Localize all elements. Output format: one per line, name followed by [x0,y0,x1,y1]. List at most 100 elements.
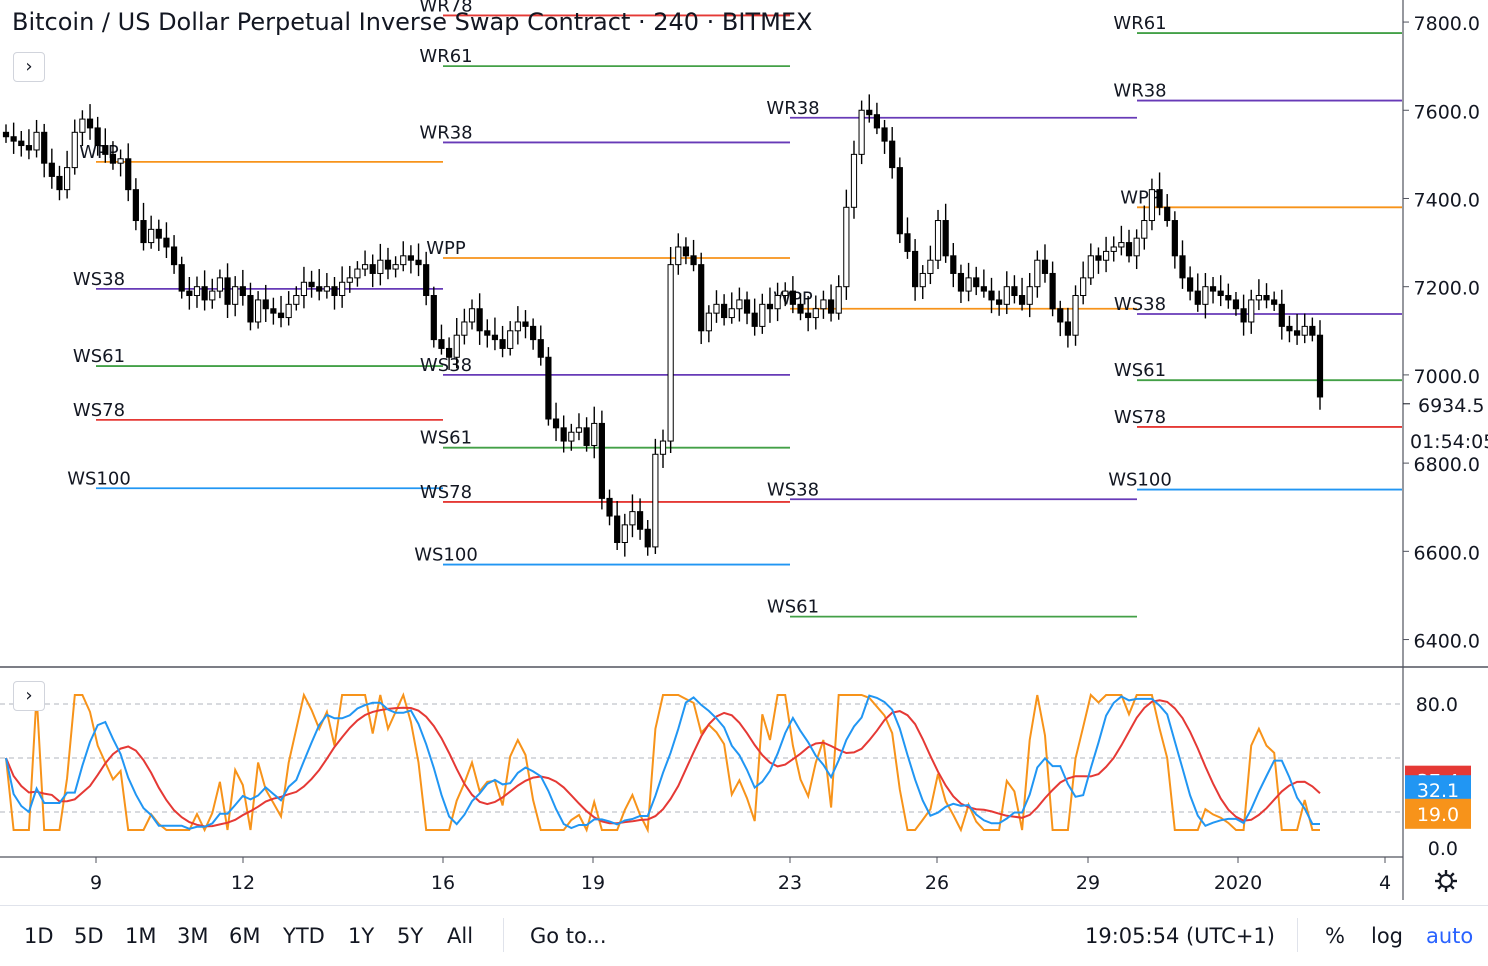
clock-timezone-button[interactable]: 19:05:54 (UTC+1) [1085,924,1275,948]
candle-body [445,347,453,358]
candle-body [377,259,384,274]
candle-body [514,321,521,332]
candle-body [904,233,911,252]
price-tick-label: 7000.0 [1414,366,1480,388]
percent-scale-toggle[interactable]: % [1325,924,1345,948]
range-1y[interactable]: 1Y [348,924,374,948]
candle-body [575,427,583,433]
candle-body [858,109,865,155]
pivot-label-ws78: WS78 [420,482,472,503]
expand-indicator-legend-button[interactable]: › [13,681,45,711]
range-1m[interactable]: 1M [125,924,156,948]
bottom-toolbar: 1D 5D 1M 3M 6M YTD 1Y 5Y All Go to... 19… [0,905,1488,966]
candle-body [499,339,506,349]
candle-body [820,299,827,310]
candle-body [125,158,132,191]
candle-body [789,290,796,305]
time-tick-label: 19 [581,872,605,894]
candle-body [384,259,392,270]
bar-countdown-label: 01:54:05 [1410,431,1488,453]
candle-body [423,264,430,297]
auto-scale-toggle[interactable]: auto [1426,924,1473,948]
candle-body [277,312,285,319]
pivot-label-ws61: WS61 [1114,360,1166,381]
chart-title: Bitcoin / US Dollar Perpetual Inverse Sw… [12,8,813,36]
candle-body [912,250,919,288]
candle-body [94,127,101,147]
candle-body [957,272,965,292]
candle-body [560,427,567,442]
candle-body [1164,206,1171,222]
candle-body [568,431,575,442]
time-tick-label: 23 [778,872,802,894]
candle-body [407,255,414,261]
gear-icon-tooth [1450,872,1455,877]
osc-tick-label: 80.0 [1416,694,1458,716]
candle-body [583,427,590,446]
candle-body [980,286,987,292]
range-6m[interactable]: 6M [229,924,260,948]
range-all[interactable]: All [447,924,473,948]
candle-body [1232,299,1240,310]
candle-body [1018,295,1026,305]
candle-body [1209,286,1217,292]
candle-body [805,312,812,319]
toolbar-divider [503,918,504,952]
candle-body [71,131,78,169]
candle-body [1187,277,1194,292]
candle-body [56,175,63,191]
candle-body [644,528,651,548]
candle-body [491,334,499,341]
candle-body [64,167,71,191]
candle-body [285,303,292,319]
price-tick-label: 7800.0 [1414,13,1480,35]
candle-body [843,206,850,288]
pivot-label-wr61: WR61 [1113,13,1166,34]
price-tick-label: 7400.0 [1414,189,1480,211]
chart-canvas[interactable]: 7800.0 7600.0 7400.0 7200.0 7000.0 6800.0 6600… [0,0,1488,905]
time-tick-label: 4 [1379,872,1391,894]
pivot-label-ws38: WS38 [1114,294,1166,315]
range-5y[interactable]: 5Y [397,924,423,948]
candle-body [1057,308,1064,323]
range-1d[interactable]: 1D [24,924,54,948]
pivot-label-ws38: WS38 [73,269,125,290]
candle-body [621,524,628,544]
range-3m[interactable]: 3M [177,924,208,948]
candle-body [438,339,445,349]
candle-body [33,131,40,151]
range-ytd[interactable]: YTD [283,924,325,948]
candle-body [186,290,193,297]
candle-body [293,295,300,305]
candle-body [300,281,308,297]
candle-body [1293,330,1301,336]
candle-body [346,277,353,283]
candle-body [713,303,720,314]
settings-gear-icon[interactable] [1435,870,1457,892]
candle-body [1064,321,1071,336]
range-5d[interactable]: 5D [74,924,104,948]
time-tick-label: 29 [1076,872,1100,894]
candle-body [552,418,560,429]
expand-legend-button[interactable]: › [13,52,45,82]
candle-body [1194,290,1201,305]
gear-icon-tooth [1450,885,1455,890]
log-scale-toggle[interactable]: log [1371,924,1403,948]
candle-body [1102,250,1110,261]
candle-body [216,277,224,292]
candle-body [79,118,86,133]
candle-body [369,264,376,274]
candle-body [530,325,537,341]
pivot-label-ws61: WS61 [767,597,819,618]
price-tick-label: 7600.0 [1414,101,1480,123]
candle-body [1156,189,1163,208]
candle-body [812,308,819,319]
goto-button[interactable]: Go to... [530,924,607,948]
pivot-label-ws100: WS100 [414,545,478,566]
candle-body [361,264,369,270]
time-tick-label: 9 [90,872,102,894]
candle-body [827,299,835,314]
candle-body [698,264,705,332]
candle-body [1217,290,1224,297]
candle-body [1049,272,1056,310]
